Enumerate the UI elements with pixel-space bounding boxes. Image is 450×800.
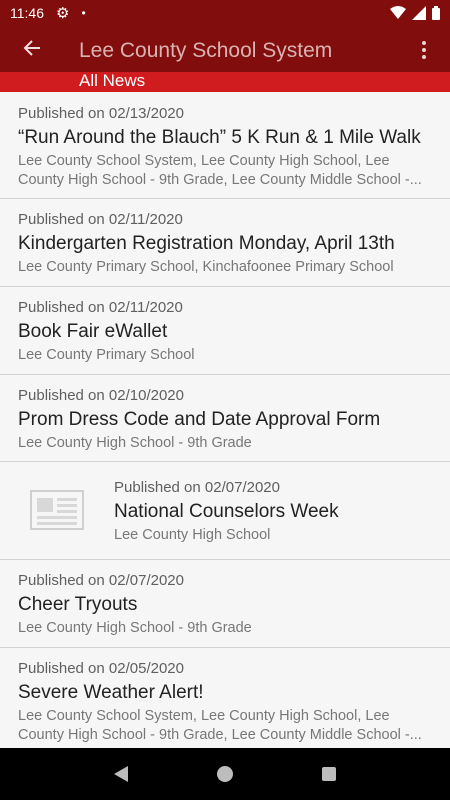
item-title: Kindergarten Registration Monday, April … xyxy=(18,233,395,254)
gear-icon: ⚙ xyxy=(56,5,70,22)
item-title: Book Fair eWallet xyxy=(18,321,168,342)
item-date: Published on 02/07/2020 xyxy=(18,572,184,589)
item-date: Published on 02/07/2020 xyxy=(114,479,280,496)
item-schools: Lee County School System, Lee County Hig… xyxy=(18,708,422,743)
list-item[interactable]: Published on 02/13/2020 “Run Around the … xyxy=(0,92,450,199)
notification-dot: • xyxy=(81,6,86,20)
recents-nav-icon[interactable] xyxy=(321,766,337,782)
signal-icon xyxy=(412,6,426,20)
list-item[interactable]: Published on 02/05/2020 Severe Weather A… xyxy=(0,648,450,748)
overflow-menu-icon[interactable] xyxy=(412,38,436,62)
item-title: Prom Dress Code and Date Approval Form xyxy=(18,409,381,430)
news-list[interactable]: Published on 02/13/2020 “Run Around the … xyxy=(0,92,450,748)
item-title: “Run Around the Blauch” 5 K Run & 1 Mile… xyxy=(18,127,421,148)
item-title: National Counselors Week xyxy=(114,501,339,522)
wifi-icon xyxy=(390,6,406,19)
home-nav-icon[interactable] xyxy=(216,765,234,783)
item-title: Cheer Tryouts xyxy=(18,594,138,615)
item-schools: Lee County High School - 9th Grade xyxy=(18,620,252,636)
item-schools: Lee County High School xyxy=(114,527,271,543)
newspaper-icon xyxy=(30,490,84,530)
battery-icon xyxy=(432,6,440,20)
list-item[interactable]: Published on 02/11/2020 Book Fair eWalle… xyxy=(0,287,450,375)
back-arrow-icon[interactable] xyxy=(18,34,46,62)
item-date: Published on 02/11/2020 xyxy=(18,211,183,228)
list-item[interactable]: Published on 02/11/2020 Kindergarten Reg… xyxy=(0,199,450,287)
item-schools: Lee County Primary School, Kinchafoonee … xyxy=(18,259,394,275)
item-schools: Lee County School System, Lee County Hig… xyxy=(18,153,422,188)
system-nav-bar xyxy=(0,748,450,800)
page-subtitle: All News xyxy=(79,71,146,90)
list-item[interactable]: Published on 02/07/2020 Cheer Tryouts Le… xyxy=(0,560,450,648)
item-date: Published on 02/13/2020 xyxy=(18,105,184,122)
item-schools: Lee County Primary School xyxy=(18,347,195,363)
list-item[interactable]: Published on 02/07/2020 National Counsel… xyxy=(0,462,450,560)
status-time: 11:46 xyxy=(10,5,44,21)
item-title: Severe Weather Alert! xyxy=(18,682,204,703)
item-date: Published on 02/05/2020 xyxy=(18,660,184,677)
back-nav-icon[interactable] xyxy=(113,765,129,783)
item-schools: Lee County High School - 9th Grade xyxy=(18,435,252,451)
list-item[interactable]: Published on 02/10/2020 Prom Dress Code … xyxy=(0,375,450,462)
item-date: Published on 02/11/2020 xyxy=(18,299,183,316)
app-bar: Lee County School System xyxy=(0,26,450,72)
page-title: Lee County School System xyxy=(79,39,333,62)
status-bar: 11:46 ⚙ • xyxy=(0,0,450,26)
subtitle-bar: All News xyxy=(0,72,450,92)
item-date: Published on 02/10/2020 xyxy=(18,387,184,404)
